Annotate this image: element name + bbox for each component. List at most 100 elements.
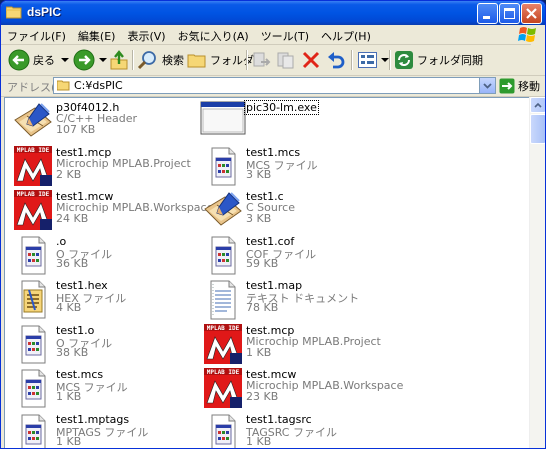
mplab-ide-icon: MPLAB IDE xyxy=(199,367,247,411)
maximize-button[interactable] xyxy=(499,3,520,24)
toolbar: 戻る 検索 フォルダ フォルダ同期 xyxy=(1,45,545,76)
close-button[interactable] xyxy=(521,3,542,24)
folders-icon xyxy=(187,54,206,68)
views-icon xyxy=(358,52,377,68)
file-size: 4 KB xyxy=(56,301,82,314)
scroll-thumb[interactable] xyxy=(530,114,545,144)
file-item[interactable]: test1.o O ファイル 38 KB xyxy=(9,323,199,367)
folder-sync-button[interactable]: フォルダ同期 xyxy=(394,48,483,72)
folder-sync-label: フォルダ同期 xyxy=(417,54,483,67)
file-size: 2 KB xyxy=(56,167,82,181)
hex-file-icon xyxy=(9,278,57,322)
file-item[interactable]: MPLAB IDE test.mcw Microchip MPLAB.Workspa… xyxy=(199,367,403,411)
move-to-button[interactable] xyxy=(252,48,272,72)
explorer-window: dsPIC ファイル(F) 編集(E) 表示(V) お気に入り(A) ツール(T) ヘルプ… xyxy=(0,0,546,449)
sync-icon xyxy=(395,51,413,69)
chevron-down-icon xyxy=(61,58,69,62)
title-bar[interactable]: dsPIC xyxy=(1,1,545,25)
file-size: 1 KB xyxy=(56,390,82,403)
menu-edit[interactable]: 編集(E) xyxy=(72,25,122,44)
menu-favorites[interactable]: お気に入り(A) xyxy=(172,25,255,44)
file-size: 38 KB xyxy=(56,345,89,359)
svg-text:MPLAB IDE: MPLAB IDE xyxy=(17,191,50,198)
application-window-icon xyxy=(199,100,247,144)
mplab-ide-icon: MPLAB IDE xyxy=(9,145,57,189)
back-label: 戻る xyxy=(33,54,55,67)
window-title: dsPIC xyxy=(27,5,62,19)
search-button[interactable]: 検索 xyxy=(137,48,184,72)
file-item[interactable]: test1.map テキスト ドキュメント 78 KB xyxy=(199,278,389,322)
generic-file-icon xyxy=(199,412,247,448)
file-item[interactable]: test1.mcs MCS ファイル 3 KB xyxy=(199,145,389,189)
file-size: 3 KB xyxy=(246,167,272,181)
file-item[interactable]: .o O ファイル 36 KB xyxy=(9,234,199,278)
copy-to-icon xyxy=(277,52,294,69)
file-item[interactable]: MPLAB IDE test1.mcp Microchip MPLAB.Projec… xyxy=(9,145,199,189)
minimize-icon xyxy=(483,16,490,19)
file-item[interactable]: test1.tagsrc TAGSRC ファイル 1 KB xyxy=(199,412,389,448)
folder-icon xyxy=(57,80,70,91)
generic-file-icon xyxy=(9,412,57,448)
up-folder-icon xyxy=(110,50,128,70)
menu-help[interactable]: ヘルプ(H) xyxy=(315,25,377,44)
back-button[interactable]: 戻る xyxy=(8,48,70,72)
svg-text:MPLAB IDE: MPLAB IDE xyxy=(207,325,240,332)
address-bar: アドレス(D) C:¥dsPIC 移動 xyxy=(1,76,545,97)
go-label: 移動 xyxy=(518,80,540,93)
windows-logo-icon xyxy=(518,27,536,42)
file-size: 1 KB xyxy=(56,434,82,448)
menu-file[interactable]: ファイル(F) xyxy=(1,25,72,44)
address-dropdown-button[interactable] xyxy=(479,78,495,93)
views-button[interactable] xyxy=(357,48,390,72)
address-input[interactable]: C:¥dsPIC xyxy=(53,77,496,94)
undo-button[interactable] xyxy=(326,48,346,72)
toolbar-separator xyxy=(351,50,353,70)
generic-file-icon xyxy=(9,323,57,367)
file-item[interactable]: test1.cof COF ファイル 59 KB xyxy=(199,234,389,278)
menu-view[interactable]: 表示(V) xyxy=(121,25,171,44)
chevron-down-icon xyxy=(483,83,492,89)
file-item[interactable]: p30f4012.h C/C++ Header 107 KB xyxy=(9,100,199,144)
file-item[interactable]: pic30-lm.exe xyxy=(199,100,389,144)
file-item[interactable]: MPLAB IDE test.mcp Microchip MPLAB.Project… xyxy=(199,323,389,367)
text-document-icon xyxy=(199,278,247,322)
chevron-up-icon xyxy=(534,102,542,108)
file-item[interactable]: test.mcs MCS ファイル 1 KB xyxy=(9,367,199,411)
svg-text:MPLAB IDE: MPLAB IDE xyxy=(207,369,240,376)
menu-tools[interactable]: ツール(T) xyxy=(255,25,315,44)
copy-to-button[interactable] xyxy=(276,48,296,72)
file-list: p30f4012.h C/C++ Header 107 KB pic30-lm.exe… xyxy=(4,97,529,448)
chevron-down-icon xyxy=(99,58,107,62)
file-size: 78 KB xyxy=(246,301,279,314)
file-name: pic30-lm.exe xyxy=(244,100,319,115)
go-button[interactable]: 移動 xyxy=(499,77,540,95)
svg-text:MPLAB IDE: MPLAB IDE xyxy=(17,147,50,154)
mplab-ide-icon: MPLAB IDE xyxy=(9,189,57,233)
up-folder-button[interactable] xyxy=(109,48,129,72)
scroll-up-button[interactable] xyxy=(530,97,545,113)
search-icon xyxy=(137,51,156,70)
maximize-icon xyxy=(504,8,515,19)
file-size: 1 KB xyxy=(246,434,272,448)
file-size: 24 KB xyxy=(56,212,89,225)
vertical-scrollbar[interactable] xyxy=(529,97,545,448)
toolbar-separator xyxy=(246,50,248,70)
file-item[interactable]: test1.c C Source 3 KB xyxy=(199,189,389,233)
file-size: 36 KB xyxy=(56,256,89,270)
file-item[interactable]: test1.mptags MPTAGS ファイル 1 KB xyxy=(9,412,199,448)
file-size: 59 KB xyxy=(246,256,279,270)
generic-file-icon xyxy=(9,367,57,411)
file-item[interactable]: test1.hex HEX ファイル 4 KB xyxy=(9,278,199,322)
file-size: 23 KB xyxy=(246,390,279,403)
forward-button[interactable] xyxy=(73,48,108,72)
back-arrow-icon xyxy=(8,49,30,71)
folders-button[interactable]: フォルダ xyxy=(187,48,254,72)
file-item[interactable]: MPLAB IDE test1.mcw Microchip MPLAB.Worksp… xyxy=(9,189,213,233)
minimize-button[interactable] xyxy=(477,3,498,24)
delete-button[interactable] xyxy=(301,48,321,72)
search-label: 検索 xyxy=(162,54,184,67)
generic-file-icon xyxy=(199,234,247,278)
mplab-ide-icon: MPLAB IDE xyxy=(199,323,247,367)
move-to-icon xyxy=(253,52,271,67)
delete-icon xyxy=(302,51,320,69)
